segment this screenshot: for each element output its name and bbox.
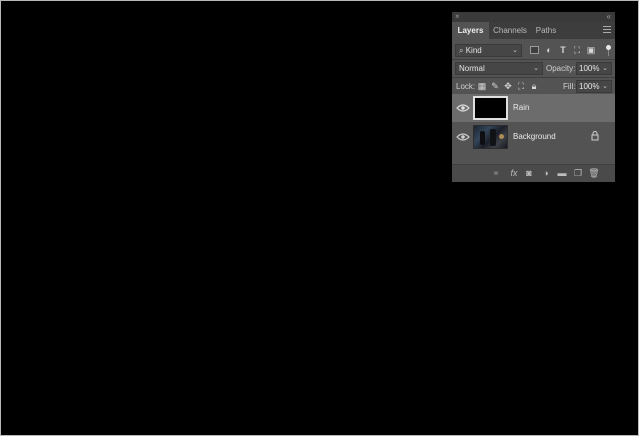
panel-title-bar[interactable]: × « <box>452 12 615 22</box>
panel-menu-icon[interactable] <box>603 26 611 34</box>
tab-paths[interactable]: Paths <box>531 22 561 39</box>
visibility-eye-icon[interactable] <box>456 103 470 113</box>
fill-field[interactable]: 100% ⌄ <box>576 80 612 93</box>
delete-layer-icon[interactable]: 🗑︎ <box>588 168 600 179</box>
filter-kind-label: Kind <box>465 46 482 55</box>
divider <box>452 77 615 78</box>
lock-transparent-pixels-icon[interactable]: ▦ <box>477 81 487 92</box>
opacity-value: 100% <box>579 64 600 73</box>
chevron-down-icon: ⌄ <box>533 65 539 72</box>
layer-name[interactable]: Rain <box>513 94 529 122</box>
lock-image-pixels-icon[interactable]: ✎ <box>490 81 500 92</box>
tab-layers[interactable]: Layers <box>452 22 489 39</box>
layer-row-background[interactable]: Background <box>452 123 615 151</box>
visibility-eye-icon[interactable] <box>456 132 470 142</box>
fill-label: Fill: <box>563 82 576 91</box>
opacity-label: Opacity: <box>546 64 576 73</box>
group-icon[interactable]: ▬ <box>556 168 568 179</box>
filter-row: ⌕ Kind ⌄ ◐ T ⛶ ▣ <box>452 43 615 58</box>
chevron-down-icon: ⌄ <box>602 65 608 72</box>
photoshop-window: × « Layers Channels Paths ⌕ Kind ⌄ ◐ T ⛶… <box>0 0 639 436</box>
chevron-down-icon: ⌄ <box>512 47 518 54</box>
layer-row-rain[interactable]: Rain <box>452 94 615 122</box>
link-layers-icon[interactable]: ⚭ <box>490 168 502 179</box>
lock-label: Lock: <box>456 82 476 91</box>
blend-mode-select[interactable]: Normal ⌄ <box>455 62 543 75</box>
fill-value: 100% <box>579 82 600 91</box>
adjustment-filter-icon[interactable]: ◐ <box>544 45 554 55</box>
layers-panel: × « Layers Channels Paths ⌕ Kind ⌄ ◐ T ⛶… <box>452 12 615 182</box>
image-filter-icon[interactable] <box>530 46 539 54</box>
search-icon: ⌕ <box>459 46 464 55</box>
fx-icon[interactable]: fx <box>508 168 520 179</box>
blend-row: Normal ⌄ Opacity: 100% ⌄ <box>452 61 615 76</box>
adjustment-layer-icon[interactable]: ◑ <box>540 168 552 179</box>
close-panel-icon[interactable]: × <box>455 12 460 22</box>
filter-toggle[interactable] <box>606 45 611 56</box>
blend-mode-value: Normal <box>459 64 485 73</box>
collapse-panel-icon[interactable]: « <box>607 12 611 22</box>
lock-position-icon[interactable]: ✥ <box>503 81 513 92</box>
new-layer-icon[interactable]: ❐ <box>572 168 584 179</box>
layer-thumbnail <box>473 96 508 120</box>
panel-tabs: Layers Channels Paths <box>452 22 615 39</box>
opacity-field[interactable]: 100% ⌄ <box>576 62 612 75</box>
chevron-down-icon: ⌄ <box>602 83 608 90</box>
smart-object-filter-icon[interactable]: ▣ <box>586 45 596 55</box>
lock-row: Lock: ▦ ✎ ✥ ⛶ 🔒︎ Fill: 100% ⌄ <box>452 79 615 94</box>
lock-artboard-icon[interactable]: ⛶ <box>516 81 526 92</box>
filter-kind-select[interactable]: ⌕ Kind ⌄ <box>455 44 522 57</box>
tab-channels[interactable]: Channels <box>489 22 531 39</box>
lock-icon[interactable] <box>591 131 599 141</box>
divider <box>452 59 615 60</box>
layer-thumbnail <box>473 125 508 149</box>
lock-all-icon[interactable]: 🔒︎ <box>529 81 539 92</box>
type-filter-icon[interactable]: T <box>558 45 568 55</box>
panel-footer: ⚭ fx ◙ ◑ ▬ ❐ 🗑︎ <box>452 164 615 182</box>
shape-filter-icon[interactable]: ⛶ <box>572 45 582 55</box>
mask-icon[interactable]: ◙ <box>523 168 535 179</box>
layer-name[interactable]: Background <box>513 123 556 151</box>
